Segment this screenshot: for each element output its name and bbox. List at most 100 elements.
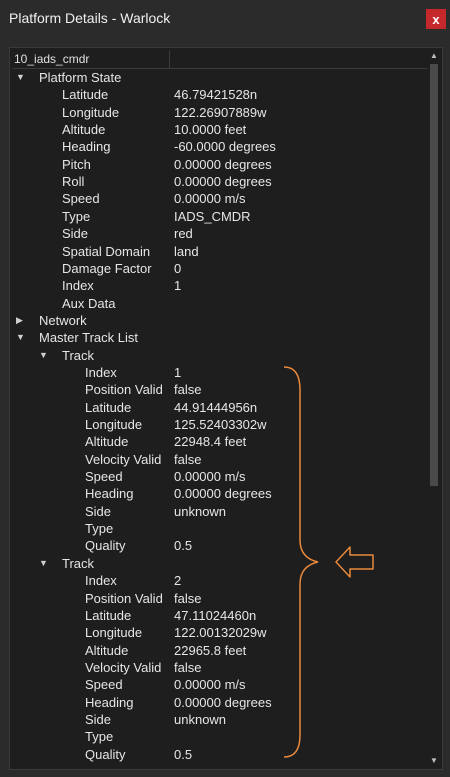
row-label: Velocity Valid	[85, 659, 162, 675]
row-value: 10.0000 feet	[174, 122, 247, 138]
row-label: Speed	[62, 191, 100, 207]
tree-item-side[interactable]: Side unknown	[10, 711, 424, 728]
row-value: 2	[174, 573, 182, 589]
row-value: false	[174, 659, 202, 675]
row-value: 1	[174, 364, 182, 380]
tree-node-platform-state[interactable]: ▼ Platform State	[10, 69, 424, 86]
tree-item-latitude[interactable]: Latitude 46.79421528n	[10, 86, 424, 103]
row-label: Pitch	[62, 156, 91, 172]
tree-item-position-valid[interactable]: Position Valid false	[10, 590, 424, 607]
row-label: Position Valid	[85, 590, 163, 606]
tree-item-side[interactable]: Side unknown	[10, 503, 424, 520]
row-value: 0	[174, 260, 182, 276]
scrollbar-thumb[interactable]	[430, 64, 438, 486]
row-label: Heading	[85, 486, 134, 502]
tree-header: 10_iads_cmdr	[12, 50, 428, 69]
close-button[interactable]: x	[426, 9, 446, 29]
row-label: Longitude	[85, 417, 143, 432]
row-value: 44.91444956n	[174, 399, 258, 415]
row-label: Index	[62, 278, 94, 294]
tree-item-velocity-valid[interactable]: Velocity Valid false	[10, 451, 424, 468]
row-label: Index	[85, 364, 117, 380]
row-value: 0.00000 m/s	[174, 191, 246, 207]
tree-item-longitude[interactable]: Longitude 122.00132029w	[10, 624, 424, 641]
row-value: land	[174, 243, 199, 259]
row-label: Spatial Domain	[62, 243, 151, 259]
tree-item-position-valid[interactable]: Position Valid false	[10, 381, 424, 398]
tree-item-roll[interactable]: Roll 0.00000 degrees	[10, 173, 424, 190]
tree-item-altitude[interactable]: Altitude 22965.8 feet	[10, 642, 424, 659]
row-label: Longitude	[85, 625, 143, 641]
tree-item-altitude[interactable]: Altitude 10.0000 feet	[10, 121, 424, 138]
tree-item-latitude[interactable]: Latitude 44.91444956n	[10, 399, 424, 416]
collapse-arrow-icon[interactable]: ▼	[16, 69, 26, 86]
tree-item-quality[interactable]: Quality 0.5	[10, 537, 424, 554]
row-label: Side	[85, 711, 112, 727]
expand-arrow-icon[interactable]: ▶	[16, 312, 26, 329]
tree-node-network[interactable]: ▶ Network	[10, 312, 424, 329]
tree-item-speed[interactable]: Speed 0.00000 m/s	[10, 676, 424, 693]
row-label: Roll	[62, 174, 85, 190]
collapse-arrow-icon[interactable]: ▼	[39, 555, 49, 572]
row-value: false	[174, 382, 202, 398]
tree-item-heading[interactable]: Heading 0.00000 degrees	[10, 485, 424, 502]
tree-item-type[interactable]: Type IADS_CMDR	[10, 208, 424, 225]
title-bar[interactable]: Platform Details - Warlock x	[0, 0, 450, 38]
tree-item-index[interactable]: Index 1	[10, 277, 424, 294]
row-label: Heading	[62, 139, 111, 155]
row-value: 0.00000 degrees	[174, 156, 272, 172]
row-label: Aux Data	[62, 295, 116, 311]
tree-item-pitch[interactable]: Pitch 0.00000 degrees	[10, 156, 424, 173]
row-value: 122.00132029w	[174, 625, 267, 641]
row-label: Index	[85, 573, 117, 589]
tree-item-speed[interactable]: Speed 0.00000 m/s	[10, 190, 424, 207]
tree-node-track[interactable]: ▼ Track	[10, 347, 424, 364]
tree-item-type[interactable]: Type	[10, 728, 424, 745]
tree-item-aux-data[interactable]: Aux Data	[10, 295, 424, 312]
tree-item-type[interactable]: Type	[10, 520, 424, 537]
tree-item-damage-factor[interactable]: Damage Factor 0	[10, 260, 424, 277]
tree-item-velocity-valid[interactable]: Velocity Valid false	[10, 659, 424, 676]
row-value: 47.11024460n	[174, 607, 257, 623]
tree-item-latitude[interactable]: Latitude 47.11024460n	[10, 607, 424, 624]
row-value: 122.26907889w	[174, 104, 267, 120]
scroll-down-arrow-icon[interactable]: ▼	[428, 755, 440, 767]
scroll-up-arrow-icon[interactable]: ▲	[428, 50, 440, 62]
tree-item-speed[interactable]: Speed 0.00000 m/s	[10, 468, 424, 485]
row-label: Track	[62, 555, 95, 571]
row-label: Heading	[85, 694, 134, 710]
row-value: 22965.8 feet	[174, 642, 247, 658]
tree-item-spatial-domain[interactable]: Spatial Domain land	[10, 243, 424, 260]
tree-item-index[interactable]: Index 1	[10, 364, 424, 381]
tree-item-heading[interactable]: Heading -60.0000 degrees	[10, 138, 424, 155]
collapse-arrow-icon[interactable]: ▼	[16, 329, 26, 346]
tree-item-index[interactable]: Index 2	[10, 572, 424, 589]
row-value: 0.00000 degrees	[174, 174, 272, 190]
row-label: Side	[62, 226, 89, 242]
tree-item-side[interactable]: Side red	[10, 225, 424, 242]
tree-item-longitude[interactable]: Longitude 122.26907889w	[10, 104, 424, 121]
tree-item-quality[interactable]: Quality 0.5	[10, 746, 424, 763]
row-value: IADS_CMDR	[174, 208, 251, 224]
tree-item-longitude[interactable]: Longitude 125.52403302w	[10, 416, 424, 433]
window-title: Platform Details - Warlock	[9, 10, 171, 26]
tree-node-master-track-list[interactable]: ▼ Master Track List	[10, 329, 424, 346]
row-label: Speed	[85, 677, 123, 693]
row-label: Latitude	[62, 87, 109, 103]
tree-node-track[interactable]: ▼ Track	[10, 555, 424, 572]
collapse-arrow-icon[interactable]: ▼	[39, 347, 49, 364]
tree-item-heading[interactable]: Heading 0.00000 degrees	[10, 694, 424, 711]
row-value: red	[174, 226, 193, 242]
row-label: Type	[62, 208, 91, 224]
row-label: Quality	[85, 538, 126, 554]
header-column-divider[interactable]	[169, 50, 170, 68]
vertical-scrollbar[interactable]: ▲ ▼	[428, 50, 440, 767]
row-label: Type	[85, 729, 114, 745]
row-value: unknown	[174, 711, 227, 727]
row-label: Master Track List	[39, 330, 138, 346]
row-value: 0.5	[174, 538, 193, 554]
row-value: 0.00000 m/s	[174, 469, 246, 485]
tree-item-altitude[interactable]: Altitude 22948.4 feet	[10, 433, 424, 450]
row-label: Altitude	[62, 122, 106, 138]
row-label: Altitude	[85, 642, 129, 658]
